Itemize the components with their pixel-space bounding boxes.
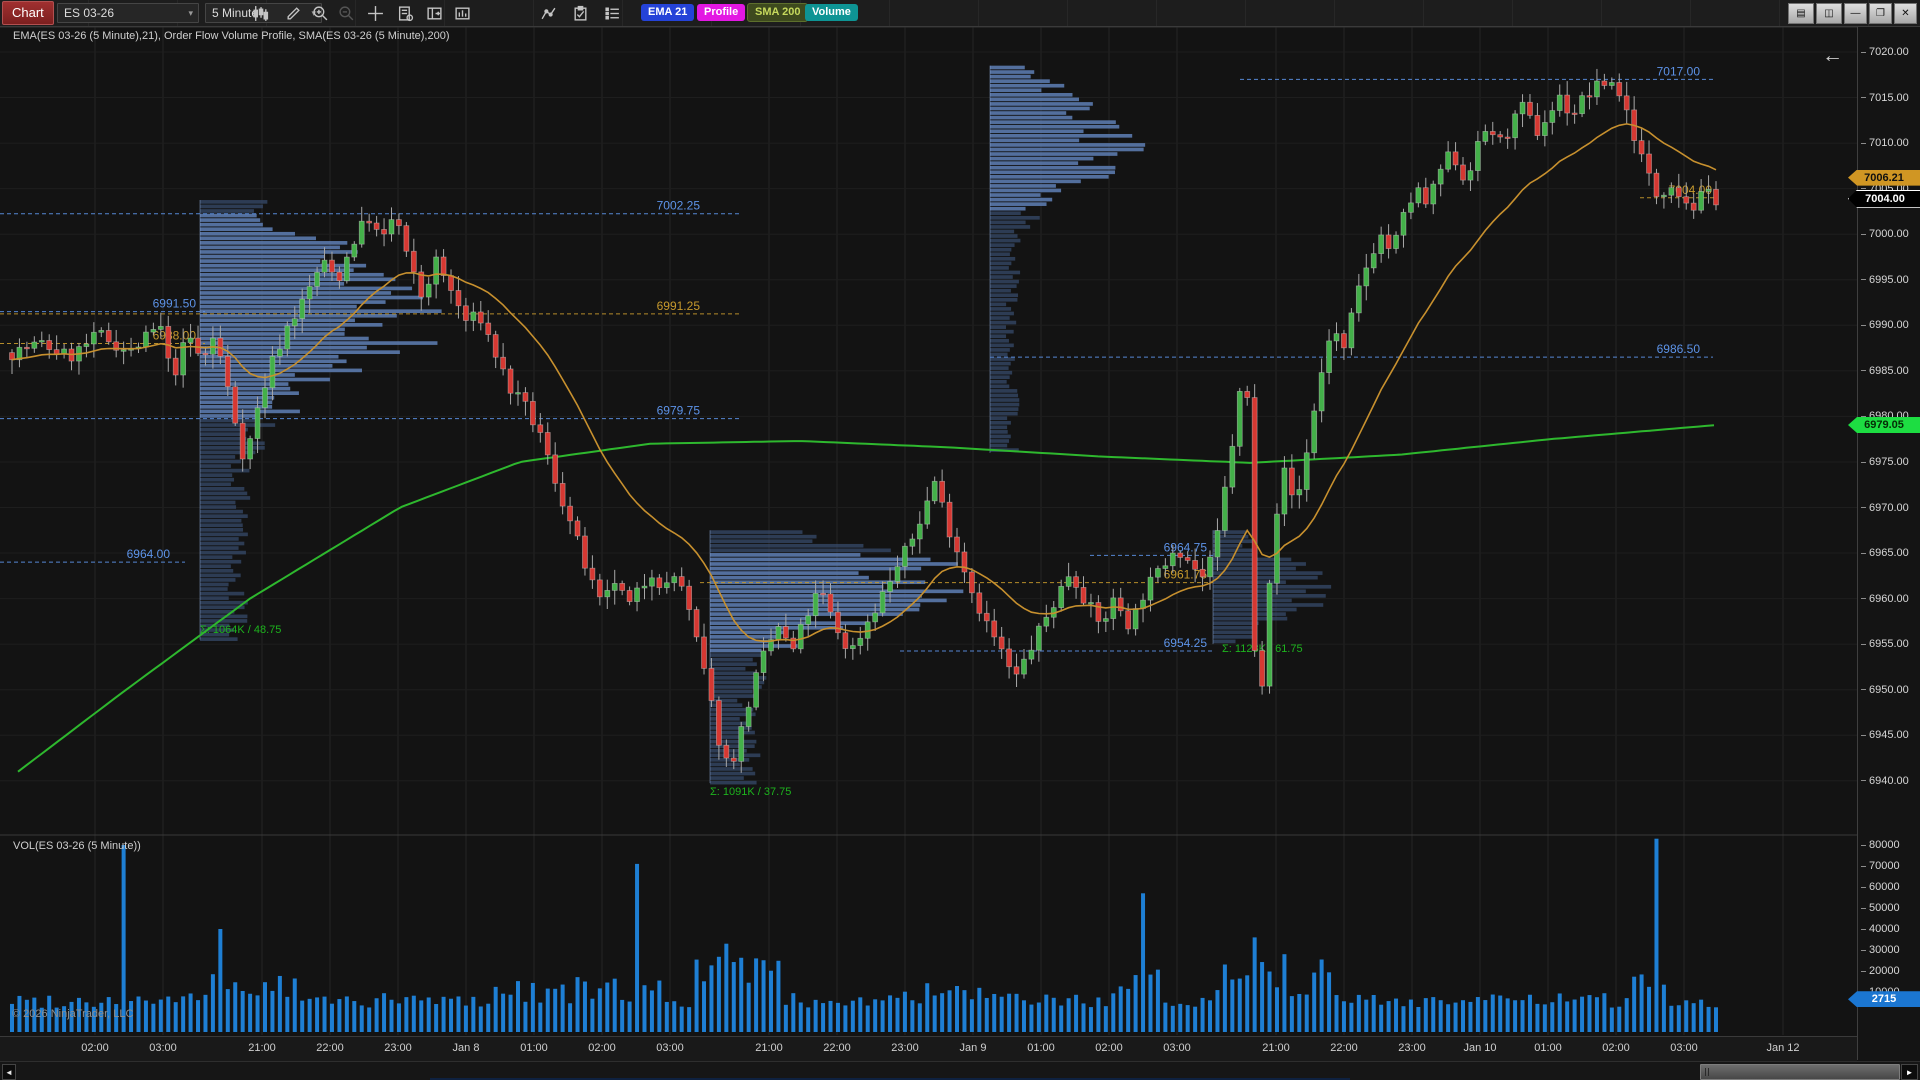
chevron-down-icon: ▾ (188, 4, 193, 22)
price-axis-tick: 7020.00 (1861, 46, 1909, 58)
time-axis-tick: 23:00 (891, 1042, 919, 1054)
ema-value-badge: 7006.21 (1848, 170, 1920, 186)
toolbar: Chart ES 03-26 ▾ 5 Minute ▾ EMA 21 Profi… (0, 0, 1920, 27)
price-axis-tick: 6950.00 (1861, 684, 1909, 696)
restore-button[interactable]: ❐ (1869, 3, 1892, 24)
instrument-value: ES 03-26 (64, 6, 114, 20)
time-axis[interactable]: 02:00 03:00 21:00 22:00 23:00 Jan 8 01:00 02:00… (0, 1036, 1857, 1061)
zigzag-line-icon[interactable] (538, 3, 558, 23)
back-arrow-icon[interactable]: ← (1822, 44, 1843, 68)
price-level-label: 6964.75 (1164, 540, 1208, 554)
time-axis-tick: 02:00 (1602, 1042, 1630, 1054)
instrument-dropdown[interactable]: ES 03-26 ▾ (57, 3, 199, 23)
price-axis-tick: 6990.00 (1861, 319, 1909, 331)
time-axis-tick: 01:00 (1027, 1042, 1055, 1054)
scrollbar-thumb[interactable] (1700, 1064, 1900, 1080)
volume-axis-tick: 80000 (1861, 839, 1900, 851)
time-axis-tick: 22:00 (316, 1042, 344, 1054)
volume-axis-tick: 40000 (1861, 923, 1900, 935)
volume-axis-tick: 30000 (1861, 944, 1900, 956)
price-level-label: 6954.25 (1164, 636, 1208, 650)
price-level-label: 7017.00 (1657, 64, 1701, 78)
volume-axis-tick: 50000 (1861, 902, 1900, 914)
volume-axis-tick: 20000 (1861, 965, 1900, 977)
close-button[interactable]: ✕ (1894, 3, 1917, 24)
time-axis-tick: 21:00 (248, 1042, 276, 1054)
price-axis-tick: 6970.00 (1861, 502, 1909, 514)
price-axis-tick: 6960.00 (1861, 593, 1909, 605)
ninjatrader-chart-window: Σ: 1064K / 48.75Σ: 1091K / 37.75Σ: 1128K… (0, 0, 1920, 1080)
minimize-button[interactable]: — (1844, 3, 1867, 24)
time-axis-tick: 03:00 (149, 1042, 177, 1054)
list-icon[interactable] (602, 3, 622, 23)
price-axis-tick: 7000.00 (1861, 228, 1909, 240)
time-axis-tick: 02:00 (588, 1042, 616, 1054)
indicator-badge-volume[interactable]: Volume (805, 4, 858, 21)
layout-split-button[interactable]: ◫ (1816, 3, 1842, 24)
time-axis-tick: Jan 8 (453, 1042, 480, 1054)
indicator-label: EMA(ES 03-26 (5 Minute),21), Order Flow … (13, 30, 450, 42)
volume-axis-tick: 70000 (1861, 860, 1900, 872)
time-axis-tick: 02:00 (1095, 1042, 1123, 1054)
window-controls: ▤ ◫ — ❐ ✕ (1788, 3, 1917, 24)
price-level-label: 6986.50 (1657, 342, 1701, 356)
pencil-icon[interactable] (283, 3, 303, 23)
volume-panel-label: VOL(ES 03-26 (5 Minute)) (13, 840, 141, 852)
price-axis-tick: 6940.00 (1861, 775, 1909, 787)
price-level-label: 6991.50 (153, 297, 197, 311)
last-price-badge: 7004.00 (1848, 190, 1920, 208)
time-axis-tick: 23:00 (1398, 1042, 1426, 1054)
layout-grid-button[interactable]: ▤ (1788, 3, 1814, 24)
price-axis-tick: 6945.00 (1861, 729, 1909, 741)
sma-value-badge: 6979.05 (1848, 417, 1920, 433)
volume-axis-tick: 60000 (1861, 881, 1900, 893)
time-axis-tick: 22:00 (1330, 1042, 1358, 1054)
price-axis[interactable]: 7020.007015.007010.007005.007000.006995.… (1857, 27, 1920, 1060)
main-chart-canvas[interactable]: Σ: 1064K / 48.75Σ: 1091K / 37.75Σ: 1128K… (0, 0, 1920, 1080)
price-axis-tick: 6955.00 (1861, 638, 1909, 650)
price-axis-tick: 6975.00 (1861, 456, 1909, 468)
crosshair-icon[interactable] (365, 3, 385, 23)
candlestick-chart-icon[interactable] (250, 3, 270, 23)
time-axis-tick: 01:00 (1534, 1042, 1562, 1054)
time-axis-tick: 22:00 (823, 1042, 851, 1054)
time-axis-tick: Jan 10 (1463, 1042, 1496, 1054)
zoom-out-icon (336, 3, 356, 23)
time-axis-tick: Jan 12 (1766, 1042, 1799, 1054)
indicator-badge-profile[interactable]: Profile (697, 4, 745, 21)
time-axis-tick: 23:00 (384, 1042, 412, 1054)
chart-panel-icon[interactable] (452, 3, 472, 23)
price-axis-tick: 7010.00 (1861, 137, 1909, 149)
scroll-right-arrow[interactable]: ► (1901, 1064, 1918, 1080)
price-axis-tick: 7015.00 (1861, 92, 1909, 104)
time-axis-tick: 03:00 (656, 1042, 684, 1054)
profile-sum-label: Σ: 1091K / 37.75 (710, 786, 791, 798)
time-axis-tick: 21:00 (755, 1042, 783, 1054)
price-level-label: 6979.75 (657, 404, 701, 418)
time-axis-tick: 01:00 (520, 1042, 548, 1054)
price-axis-tick: 6995.00 (1861, 274, 1909, 286)
time-axis-tick: 21:00 (1262, 1042, 1290, 1054)
time-axis-tick: 02:00 (81, 1042, 109, 1054)
panel-left-icon[interactable] (424, 3, 444, 23)
chart-window-badge[interactable]: Chart (2, 1, 54, 25)
zoom-in-icon[interactable] (310, 3, 330, 23)
time-axis-tick: 03:00 (1670, 1042, 1698, 1054)
time-axis-tick: Jan 9 (960, 1042, 987, 1054)
scroll-left-arrow[interactable]: ◄ (2, 1064, 16, 1080)
price-axis-tick: 6965.00 (1861, 547, 1909, 559)
data-box-icon[interactable] (395, 3, 415, 23)
clipboard-icon[interactable] (570, 3, 590, 23)
copyright-text: © 2026 NinjaTrader, LLC (12, 1008, 133, 1020)
time-axis-tick: 03:00 (1163, 1042, 1191, 1054)
price-axis-tick: 6985.00 (1861, 365, 1909, 377)
indicator-badge-ema21[interactable]: EMA 21 (641, 4, 694, 21)
price-level-label: 6964.00 (127, 547, 171, 561)
indicator-badge-sma200[interactable]: SMA 200 (747, 3, 808, 22)
price-level-label: 6991.25 (657, 299, 701, 313)
current-volume-badge: 2715 (1848, 991, 1920, 1007)
price-level-label: 7002.25 (657, 199, 701, 213)
